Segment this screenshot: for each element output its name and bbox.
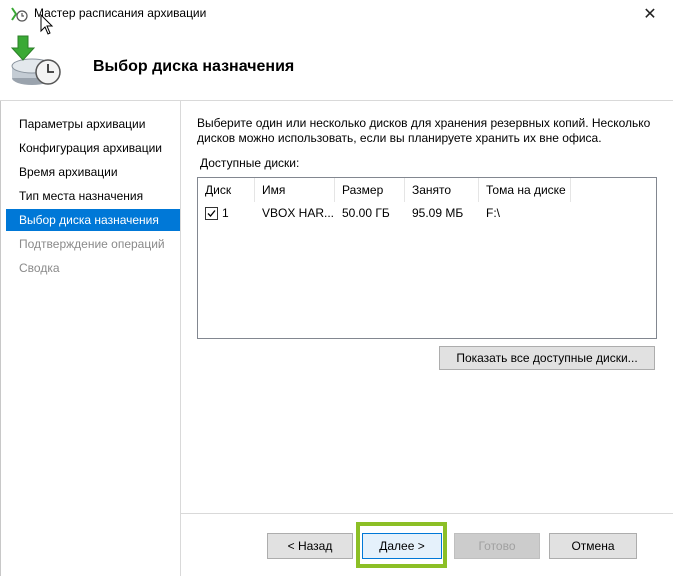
instructions-text: Выберите один или несколько дисков для х…: [197, 116, 651, 145]
nav-item-destination-type[interactable]: Тип места назначения: [6, 184, 180, 208]
nav-divider: [180, 101, 181, 576]
nav-item-select-destination-disk[interactable]: Выбор диска назначения: [6, 209, 180, 231]
finish-button: Готово: [454, 533, 540, 559]
wizard-header: Выбор диска назначения: [0, 28, 673, 100]
page-title: Выбор диска назначения: [93, 58, 295, 75]
header-divider: [0, 100, 673, 101]
available-disks-list[interactable]: Диск Имя Размер Занято Тома на диске 1 V…: [197, 177, 657, 339]
list-header: Диск Имя Размер Занято Тома на диске: [198, 178, 656, 202]
nav-item-backup-configuration[interactable]: Конфигурация архивации: [6, 136, 180, 160]
footer-divider: [181, 513, 673, 514]
disk-number: 1: [222, 206, 229, 220]
content-panel: Выберите один или несколько дисков для х…: [197, 116, 667, 170]
nav-item-summary: Сводка: [19, 261, 60, 275]
show-all-disks-button[interactable]: Показать все доступные диски...: [439, 346, 655, 370]
available-disks-label: Доступные диски:: [200, 156, 300, 170]
column-header-volumes[interactable]: Тома на диске: [479, 178, 571, 202]
close-button[interactable]: ✕: [627, 0, 673, 28]
disk-used: 95.09 МБ: [412, 206, 464, 220]
window-left-edge: [0, 101, 1, 576]
list-item[interactable]: 1 VBOX HAR... 50.00 ГБ 95.09 МБ F:\: [198, 202, 656, 224]
wizard-steps-nav: Параметры архивации Конфигурация архивац…: [6, 112, 180, 280]
nav-item-confirmation: Подтверждение операций: [19, 237, 165, 251]
title-bar: Мастер расписания архивации ✕: [0, 0, 673, 28]
column-header-used[interactable]: Занято: [405, 178, 479, 202]
backup-disk-icon: [10, 35, 61, 85]
backup-schedule-wizard-window: Мастер расписания архивации ✕ Выбор диск…: [0, 0, 673, 576]
backup-schedule-icon: [11, 7, 28, 22]
disk-name: VBOX HAR...: [262, 206, 335, 220]
column-header-disk[interactable]: Диск: [198, 178, 255, 202]
next-button[interactable]: Далее >: [362, 533, 442, 559]
nav-item-backup-settings[interactable]: Параметры архивации: [6, 112, 180, 136]
disk-size: 50.00 ГБ: [342, 206, 390, 220]
column-header-name[interactable]: Имя: [255, 178, 335, 202]
column-header-size[interactable]: Размер: [335, 178, 405, 202]
back-button[interactable]: < Назад: [267, 533, 353, 559]
nav-item-backup-time[interactable]: Время архивации: [6, 160, 180, 184]
disk-volumes: F:\: [486, 206, 500, 220]
window-title: Мастер расписания архивации: [34, 6, 207, 20]
cancel-button[interactable]: Отмена: [549, 533, 637, 559]
close-icon: ✕: [643, 6, 657, 23]
